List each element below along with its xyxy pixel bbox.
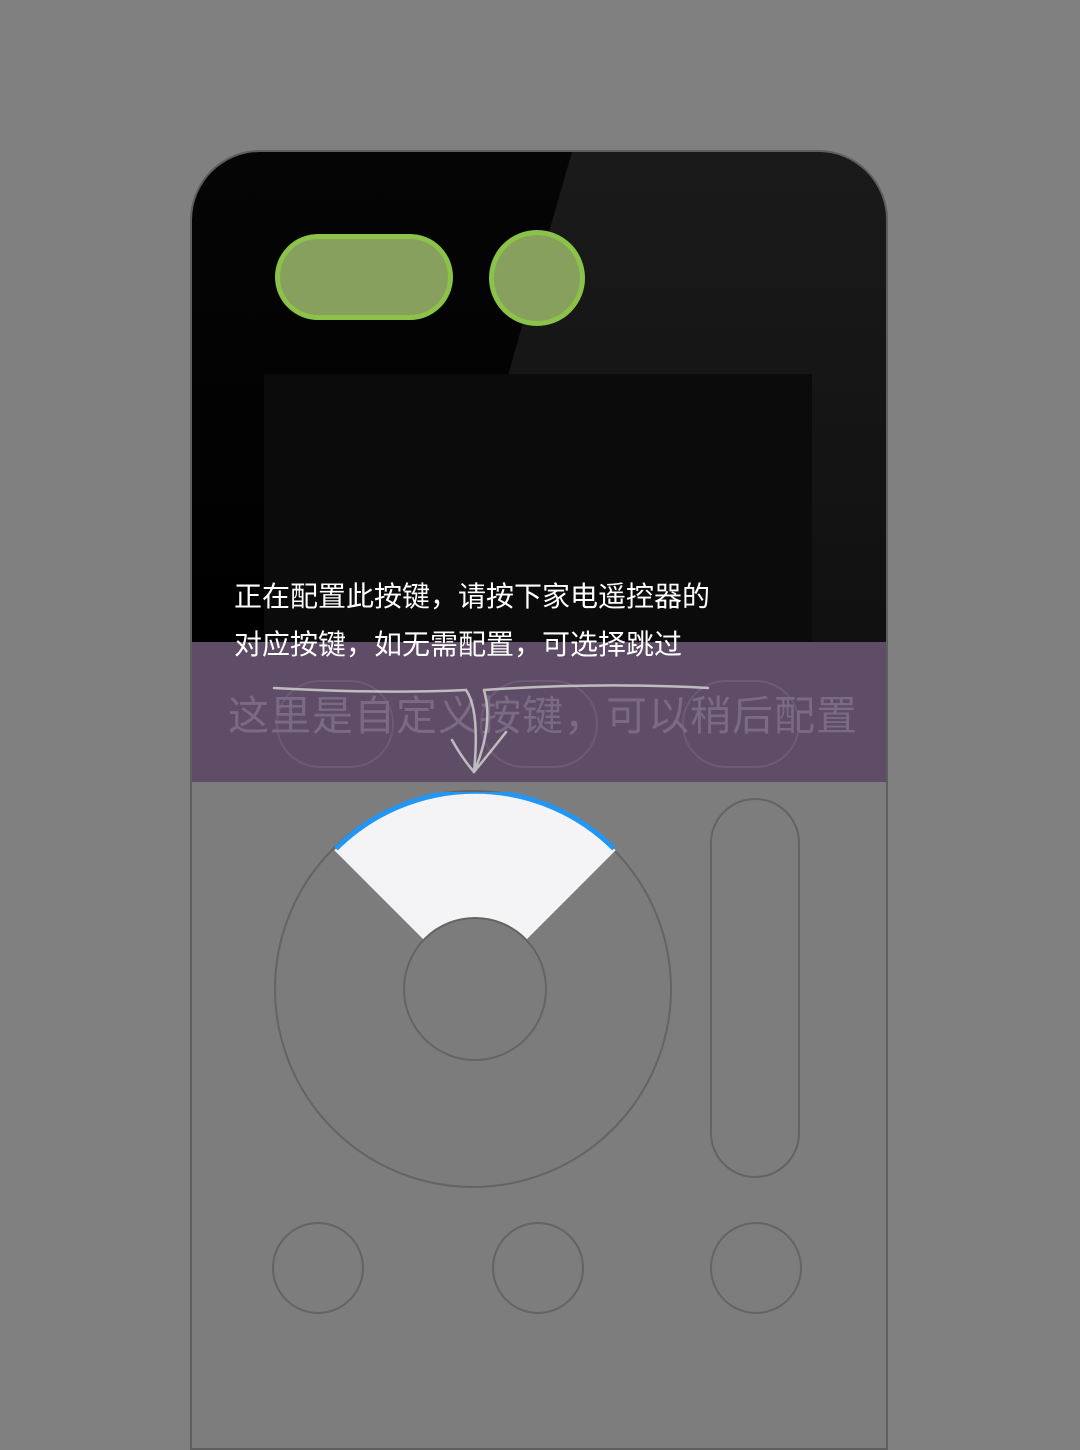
bottom-button-left[interactable] bbox=[272, 1222, 364, 1314]
instruction-line-2: 对应按键，如无需配置，可选择跳过 bbox=[234, 628, 683, 661]
remote-top-panel bbox=[192, 152, 886, 642]
round-key-highlighted[interactable] bbox=[489, 230, 585, 326]
power-key-highlighted[interactable] bbox=[275, 234, 453, 320]
bottom-button-middle[interactable] bbox=[492, 1222, 584, 1314]
instruction-text: 正在配置此按键，请按下家电遥控器的 对应按键，如无需配置，可选择跳过 bbox=[234, 573, 794, 669]
arrow-icon bbox=[272, 684, 710, 774]
volume-rocker[interactable] bbox=[710, 798, 800, 1178]
direction-pad[interactable] bbox=[274, 790, 672, 1188]
bottom-button-right[interactable] bbox=[710, 1222, 802, 1314]
remote-control: 这里是自定义按键，可以稍后配置 bbox=[190, 150, 888, 1450]
instruction-line-1: 正在配置此按键，请按下家电遥控器的 bbox=[234, 580, 711, 613]
dpad-ok-button[interactable] bbox=[403, 917, 547, 1061]
